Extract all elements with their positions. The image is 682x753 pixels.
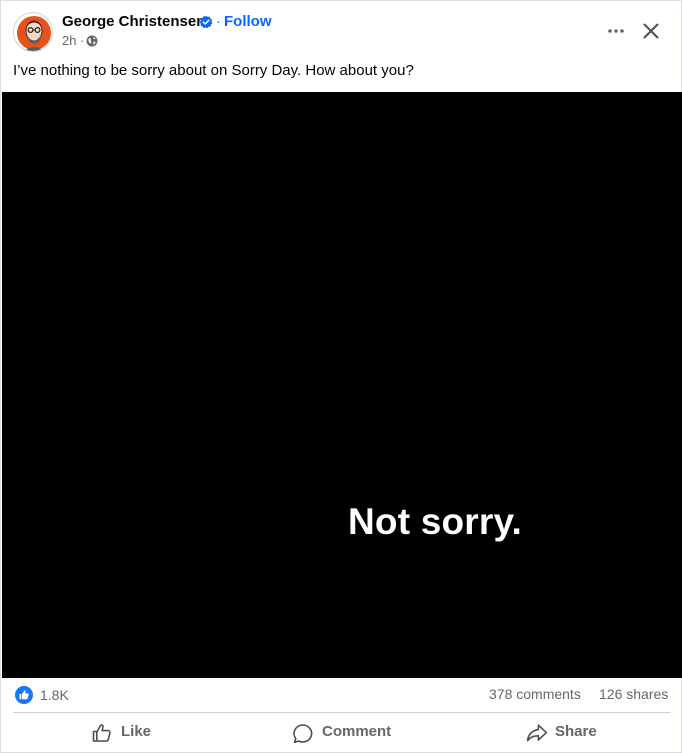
post-header: George Christensen · Follow 2h · xyxy=(13,12,673,54)
comment-bubble-icon xyxy=(293,724,313,744)
comment-button[interactable]: Comment xyxy=(292,715,402,749)
header-separator: · xyxy=(216,13,221,29)
close-button[interactable] xyxy=(640,20,662,42)
follow-button[interactable]: Follow xyxy=(224,13,272,30)
actions-divider xyxy=(13,712,671,713)
verified-badge-icon xyxy=(199,15,213,29)
share-label: Share xyxy=(555,723,597,740)
engagement-stats: 1.8K 378 comments 126 shares xyxy=(13,685,671,707)
post-card: George Christensen · Follow 2h · I’ve no… xyxy=(0,0,682,753)
thumbs-up-icon xyxy=(92,724,111,742)
more-options-icon xyxy=(608,29,624,33)
author-name[interactable]: George Christensen xyxy=(62,13,205,30)
share-arrow-icon xyxy=(526,724,548,742)
post-actions: Like Comment Share xyxy=(13,715,671,751)
comments-count[interactable]: 378 comments xyxy=(489,686,581,702)
time-separator: · xyxy=(80,33,85,48)
globe-icon xyxy=(86,35,98,47)
more-options-button[interactable] xyxy=(605,20,627,42)
reaction-count[interactable]: 1.8K xyxy=(40,687,69,703)
share-button[interactable]: Share xyxy=(526,715,606,749)
video-caption-text: Not sorry. xyxy=(348,501,523,542)
post-video[interactable]: Not sorry. xyxy=(2,92,682,678)
like-button[interactable]: Like xyxy=(91,715,161,749)
author-avatar[interactable] xyxy=(13,12,53,52)
post-message: I’ve nothing to be sorry about on Sorry … xyxy=(13,62,414,79)
thumbs-up-reaction-icon[interactable] xyxy=(15,686,33,704)
like-label: Like xyxy=(121,723,152,740)
shares-count[interactable]: 126 shares xyxy=(599,686,668,702)
post-timestamp[interactable]: 2h xyxy=(62,33,76,48)
comment-label: Comment xyxy=(322,723,392,740)
close-icon xyxy=(643,23,659,39)
